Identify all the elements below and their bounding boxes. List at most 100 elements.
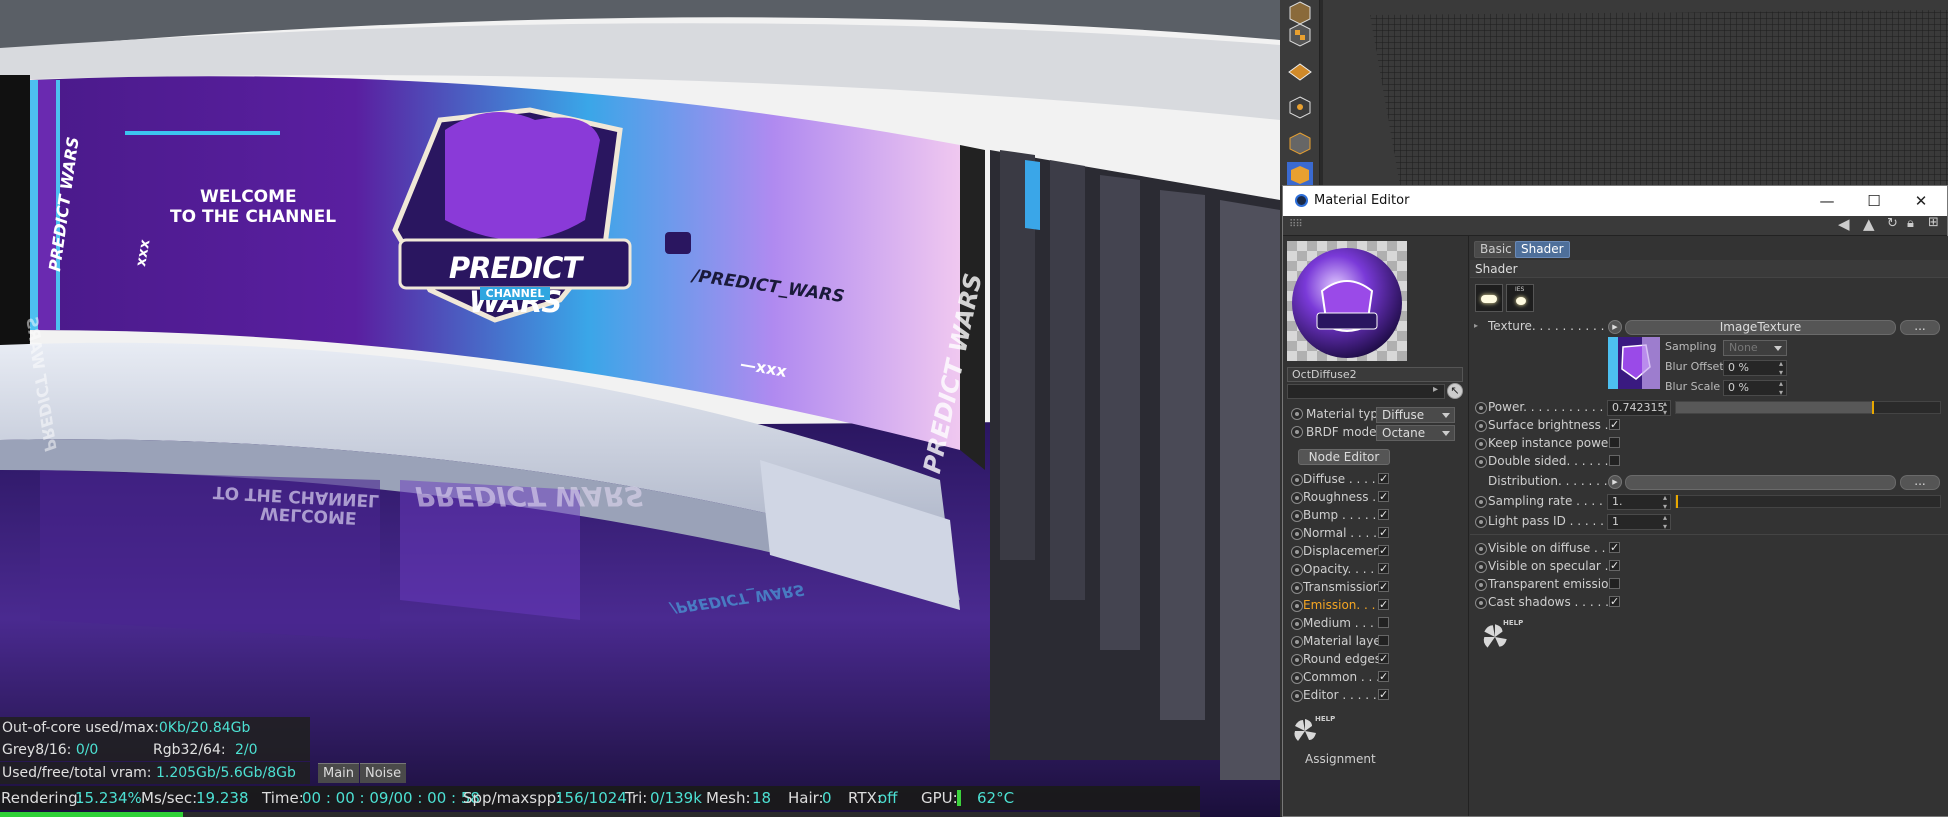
channel-radio[interactable] bbox=[1291, 636, 1303, 648]
sampling-rate-field[interactable]: 1. bbox=[1607, 493, 1671, 511]
channel-checkbox[interactable]: ✓ bbox=[1378, 527, 1389, 538]
visible-diffuse-checkbox[interactable]: ✓ bbox=[1609, 542, 1620, 553]
close-icon[interactable]: ✕ bbox=[1904, 190, 1938, 212]
emission-ies-icon[interactable]: IES bbox=[1506, 284, 1534, 312]
channel-radio[interactable] bbox=[1291, 546, 1303, 558]
texture-expand-icon[interactable]: ▸ bbox=[1474, 321, 1478, 330]
power-slider-handle[interactable] bbox=[1872, 401, 1875, 414]
channel-label[interactable]: Round edges bbox=[1303, 650, 1381, 668]
texture-shader-button[interactable]: ImageTexture bbox=[1625, 320, 1896, 335]
channel-checkbox[interactable]: ✓ bbox=[1378, 563, 1389, 574]
light-pass-field[interactable]: 1 bbox=[1607, 513, 1671, 531]
brdf-model-radio[interactable] bbox=[1291, 426, 1303, 438]
channel-label[interactable]: Displacement bbox=[1303, 542, 1386, 560]
point-cube-icon[interactable] bbox=[1287, 94, 1313, 120]
material-editor-titlebar[interactable]: Material Editor — ☐ ✕ bbox=[1283, 186, 1947, 216]
tab-shader[interactable]: Shader bbox=[1515, 241, 1570, 258]
light-pass-radio[interactable] bbox=[1475, 516, 1487, 528]
object-viewport-strip[interactable] bbox=[1280, 0, 1948, 186]
back-arrow-icon[interactable]: ◀ bbox=[1838, 215, 1850, 233]
material-name-field[interactable]: OctDiffuse2 bbox=[1287, 367, 1463, 382]
edge-cube-icon[interactable] bbox=[1287, 130, 1313, 156]
power-slider[interactable] bbox=[1675, 401, 1941, 414]
expand-arrow-icon[interactable]: ▸ bbox=[1433, 384, 1438, 395]
channel-checkbox[interactable] bbox=[1378, 617, 1389, 628]
channel-radio[interactable] bbox=[1291, 654, 1303, 666]
grip-icon[interactable]: ⠿⠿ bbox=[1289, 219, 1303, 230]
maximize-icon[interactable]: ☐ bbox=[1857, 190, 1891, 212]
lock-icon[interactable]: 🔒︎ bbox=[1907, 216, 1914, 231]
channel-radio[interactable] bbox=[1291, 618, 1303, 630]
visible-diffuse-radio[interactable] bbox=[1475, 543, 1487, 555]
power-radio[interactable] bbox=[1475, 402, 1487, 414]
channel-radio[interactable] bbox=[1291, 492, 1303, 504]
transparent-emission-radio[interactable] bbox=[1475, 579, 1487, 591]
distribution-more-button[interactable]: ... bbox=[1900, 475, 1940, 490]
channel-checkbox[interactable]: ✓ bbox=[1378, 653, 1389, 664]
visible-specular-radio[interactable] bbox=[1475, 561, 1487, 573]
channel-label[interactable]: Diffuse . . . . . bbox=[1303, 470, 1383, 488]
material-type-radio[interactable] bbox=[1291, 408, 1303, 420]
channel-checkbox[interactable]: ✓ bbox=[1378, 491, 1389, 502]
visible-specular-checkbox[interactable]: ✓ bbox=[1609, 560, 1620, 571]
cast-shadows-radio[interactable] bbox=[1475, 597, 1487, 609]
channel-checkbox[interactable]: ✓ bbox=[1378, 599, 1389, 610]
double-sided-checkbox[interactable] bbox=[1609, 455, 1620, 466]
material-type-select[interactable]: Diffuse bbox=[1376, 407, 1455, 423]
surface-brightness-radio[interactable] bbox=[1475, 420, 1487, 432]
surface-brightness-checkbox[interactable]: ✓ bbox=[1609, 419, 1620, 430]
blur-scale-field[interactable]: 0 % bbox=[1723, 379, 1787, 397]
brdf-model-select[interactable]: Octane bbox=[1376, 425, 1455, 441]
channel-radio[interactable] bbox=[1291, 582, 1303, 594]
keep-instance-power-radio[interactable] bbox=[1475, 438, 1487, 450]
channel-radio[interactable] bbox=[1291, 510, 1303, 522]
texture-thumbnail[interactable] bbox=[1608, 337, 1660, 389]
channel-radio[interactable] bbox=[1291, 690, 1303, 702]
channel-checkbox[interactable]: ✓ bbox=[1378, 473, 1389, 484]
new-panel-icon[interactable]: ⊞ bbox=[1928, 215, 1939, 230]
channel-checkbox[interactable]: ✓ bbox=[1378, 689, 1389, 700]
keep-instance-power-checkbox[interactable] bbox=[1609, 437, 1620, 448]
assignment-label[interactable]: Assignment bbox=[1305, 750, 1376, 768]
channel-label[interactable]: Medium . . . . bbox=[1303, 614, 1382, 632]
sampling-rate-slider[interactable] bbox=[1675, 495, 1941, 508]
grid-plane-icon[interactable] bbox=[1287, 58, 1313, 84]
channel-checkbox[interactable]: ✓ bbox=[1378, 545, 1389, 556]
tab-noise[interactable]: Noise bbox=[360, 763, 407, 783]
channel-label[interactable]: Bump . . . . . . bbox=[1303, 506, 1384, 524]
sampling-rate-slider-handle[interactable] bbox=[1676, 495, 1678, 508]
distribution-shader-button[interactable] bbox=[1625, 475, 1896, 490]
node-editor-button[interactable]: Node Editor bbox=[1298, 449, 1390, 465]
channel-label[interactable]: Material layer bbox=[1303, 632, 1386, 650]
channel-label[interactable]: Editor . . . . . . bbox=[1303, 686, 1384, 704]
checker-cube-icon[interactable] bbox=[1287, 22, 1313, 48]
channel-radio[interactable] bbox=[1291, 564, 1303, 576]
channel-label-emission[interactable]: Emission. . . . bbox=[1303, 596, 1383, 614]
channel-checkbox[interactable]: ✓ bbox=[1378, 509, 1389, 520]
channel-checkbox[interactable] bbox=[1378, 635, 1389, 646]
channel-radio[interactable] bbox=[1291, 672, 1303, 684]
transparent-emission-checkbox[interactable] bbox=[1609, 578, 1620, 589]
channel-radio[interactable] bbox=[1291, 474, 1303, 486]
texture-play-icon[interactable]: ▶ bbox=[1608, 320, 1622, 334]
texture-more-button[interactable]: ... bbox=[1900, 320, 1940, 335]
tab-basic[interactable]: Basic bbox=[1474, 241, 1518, 258]
distribution-play-icon[interactable]: ▶ bbox=[1608, 475, 1622, 489]
cast-shadows-checkbox[interactable]: ✓ bbox=[1609, 596, 1620, 607]
channel-radio[interactable] bbox=[1291, 600, 1303, 612]
channel-checkbox[interactable]: ✓ bbox=[1378, 581, 1389, 592]
up-arrow-icon[interactable]: ▲ bbox=[1863, 215, 1875, 233]
power-field[interactable]: 0.742315 bbox=[1607, 399, 1671, 417]
material-preview[interactable] bbox=[1287, 241, 1407, 361]
sampling-rate-radio[interactable] bbox=[1475, 496, 1487, 508]
channel-label[interactable]: Roughness . . bbox=[1303, 488, 1384, 506]
emission-blackbody-icon[interactable] bbox=[1475, 284, 1503, 312]
render-viewport[interactable]: PREDICT WARS WELCOME TO THE CHANNEL xxx … bbox=[0, 0, 1280, 817]
tab-main[interactable]: Main bbox=[318, 763, 360, 783]
blur-offset-field[interactable]: 0 % bbox=[1723, 359, 1787, 377]
minimize-icon[interactable]: — bbox=[1810, 190, 1844, 212]
channel-label[interactable]: Transmission bbox=[1303, 578, 1381, 596]
channel-label[interactable]: Normal . . . . . bbox=[1303, 524, 1385, 542]
channel-checkbox[interactable]: ✓ bbox=[1378, 671, 1389, 682]
sampling-select[interactable]: None bbox=[1723, 340, 1787, 356]
